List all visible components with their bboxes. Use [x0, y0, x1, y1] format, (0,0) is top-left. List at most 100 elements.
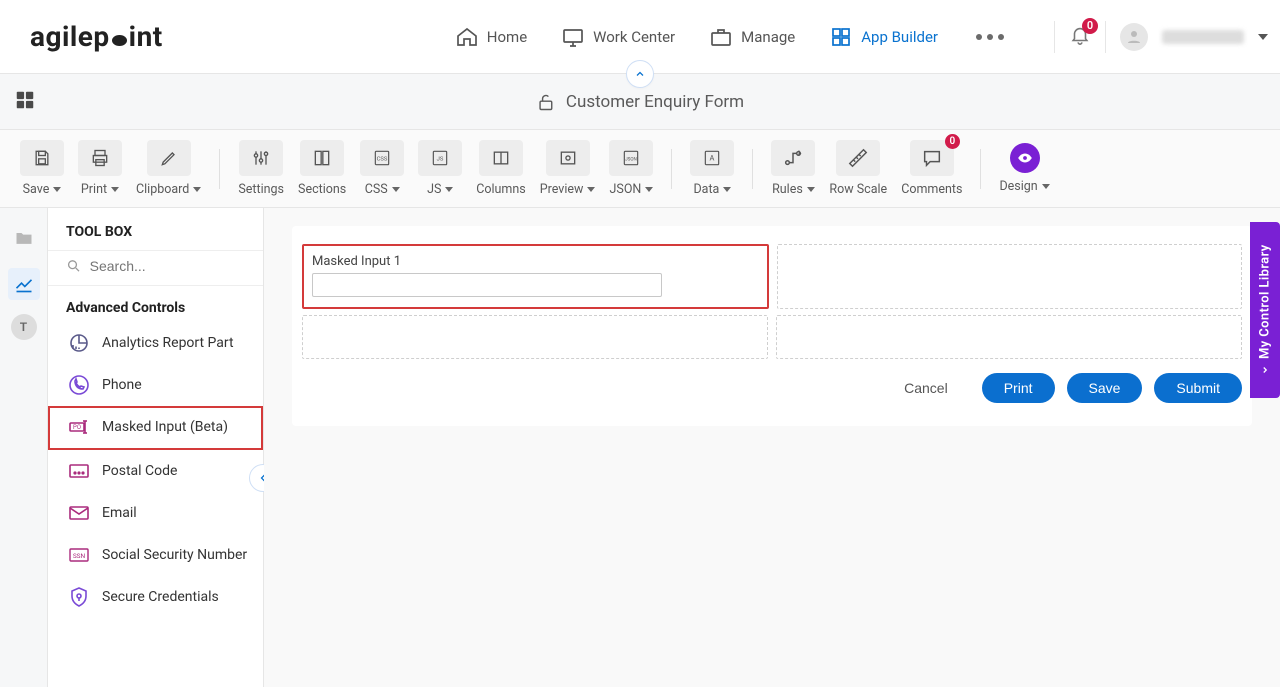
my-control-library-label: My Control Library: [1258, 245, 1273, 360]
tool-js-label: JS: [427, 182, 441, 197]
tool-data[interactable]: A Data: [690, 140, 734, 197]
svg-text:CSS: CSS: [377, 157, 388, 163]
nav-app-builder-label: App Builder: [861, 28, 938, 46]
nav-work-center[interactable]: Work Center: [561, 25, 675, 49]
tool-row-scale[interactable]: Row Scale: [829, 140, 887, 197]
monitor-icon: [561, 25, 585, 49]
notifications-button[interactable]: 0: [1069, 24, 1091, 50]
nav-more[interactable]: [976, 34, 1004, 40]
form-actions: Cancel Print Save Submit: [302, 373, 1242, 403]
tool-json[interactable]: JSON JSON: [609, 140, 653, 197]
form-title: Customer Enquiry Form: [566, 92, 744, 112]
tool-sections-label: Sections: [298, 182, 346, 197]
tool-settings[interactable]: Settings: [238, 140, 284, 197]
nav-manage-label: Manage: [741, 28, 795, 46]
main-area: T TOOL BOX Advanced Controls Analytics R…: [0, 208, 1280, 687]
rail-forms[interactable]: [8, 222, 40, 254]
sections-icon: [312, 148, 332, 168]
masked-input-icon: PO: [67, 415, 91, 439]
svg-text:JSON: JSON: [626, 157, 638, 163]
designer-toolbar: Save Print Clipboard Settings Sections C…: [0, 130, 1280, 208]
tool-save-label: Save: [23, 182, 50, 197]
tool-sections[interactable]: Sections: [298, 140, 346, 197]
tool-design[interactable]: Design: [999, 143, 1049, 194]
control-label: Postal Code: [102, 463, 177, 479]
search-icon: [66, 257, 82, 275]
toolbox-search[interactable]: [48, 250, 263, 286]
nav-manage[interactable]: Manage: [709, 25, 795, 49]
form-cell-empty[interactable]: [776, 315, 1242, 359]
form-card: Masked Input 1 Cancel Print Save Submit: [292, 226, 1252, 426]
toolbar-separator: [752, 149, 753, 189]
main-nav: Home Work Center Manage App Builder: [455, 25, 1004, 49]
nav-home[interactable]: Home: [455, 25, 527, 49]
tool-comments[interactable]: 0 Comments: [901, 140, 962, 197]
submit-button[interactable]: Submit: [1154, 373, 1242, 403]
tool-clipboard[interactable]: Clipboard: [136, 140, 201, 197]
chevron-down-icon: [645, 187, 653, 192]
chevron-down-icon: [587, 187, 595, 192]
control-secure-credentials[interactable]: Secure Credentials: [48, 576, 263, 618]
columns-icon: [491, 148, 511, 168]
flow-icon: [782, 147, 804, 169]
save-button[interactable]: Save: [1067, 373, 1143, 403]
tool-print[interactable]: Print: [78, 140, 122, 197]
css-icon: CSS: [372, 148, 392, 168]
brand-text-1: agilep: [30, 20, 110, 53]
print-button[interactable]: Print: [982, 373, 1055, 403]
collapse-header-button[interactable]: [626, 60, 654, 88]
tool-json-label: JSON: [610, 182, 642, 197]
masked-input-field[interactable]: [312, 273, 662, 297]
postal-icon: [67, 459, 91, 483]
tool-rules[interactable]: Rules: [771, 140, 815, 197]
tool-data-label: Data: [693, 182, 719, 197]
chevron-down-icon: [111, 187, 119, 192]
topbar-right: 0: [1054, 21, 1268, 53]
my-control-library-tab[interactable]: My Control Library: [1250, 222, 1280, 398]
pencil-icon: [159, 148, 179, 168]
control-masked-input[interactable]: PO Masked Input (Beta): [48, 406, 263, 450]
briefcase-icon: [709, 25, 733, 49]
tool-js[interactable]: JS JS: [418, 140, 462, 197]
form-cell-empty[interactable]: [777, 244, 1242, 309]
apps-menu-button[interactable]: [14, 89, 36, 115]
tool-preview[interactable]: Preview: [540, 140, 596, 197]
form-cell-empty[interactable]: [302, 315, 768, 359]
control-ssn[interactable]: SSN Social Security Number: [48, 534, 263, 576]
form-cell-selected[interactable]: Masked Input 1: [302, 244, 769, 309]
chevron-up-icon: [634, 68, 646, 80]
tool-columns-label: Columns: [476, 182, 526, 197]
control-label: Analytics Report Part: [102, 335, 234, 351]
home-icon: [455, 25, 479, 49]
form-title-group: Customer Enquiry Form: [536, 92, 744, 112]
comments-count-badge: 0: [945, 134, 960, 149]
tool-print-label: Print: [81, 182, 107, 197]
toolbar-separator: [980, 149, 981, 189]
shield-icon: [67, 585, 91, 609]
nav-app-builder[interactable]: App Builder: [829, 25, 938, 49]
print-icon: [90, 148, 110, 168]
control-label: Social Security Number: [102, 547, 247, 563]
toolbox-search-input[interactable]: [90, 258, 245, 274]
cancel-button[interactable]: Cancel: [882, 373, 970, 403]
user-avatar[interactable]: [1120, 23, 1148, 51]
analytics-icon: [67, 331, 91, 355]
svg-text:PO: PO: [73, 424, 81, 431]
control-email[interactable]: Email: [48, 492, 263, 534]
control-analytics-report-part[interactable]: Analytics Report Part: [48, 322, 263, 364]
control-phone[interactable]: Phone: [48, 364, 263, 406]
user-menu-caret[interactable]: [1258, 34, 1268, 40]
tool-clipboard-label: Clipboard: [136, 182, 189, 197]
rail-template[interactable]: T: [11, 314, 37, 340]
eye-filled-icon: [1016, 149, 1034, 167]
rail-analytics[interactable]: [8, 268, 40, 300]
tool-css[interactable]: CSS CSS: [360, 140, 404, 197]
tool-settings-label: Settings: [238, 182, 284, 197]
control-postal-code[interactable]: Postal Code: [48, 450, 263, 492]
control-label: Email: [102, 505, 137, 521]
js-icon: JS: [430, 148, 450, 168]
tool-save[interactable]: Save: [20, 140, 64, 197]
chevron-down-icon: [1042, 184, 1050, 189]
tool-columns[interactable]: Columns: [476, 140, 526, 197]
apps-icon: [14, 89, 36, 111]
